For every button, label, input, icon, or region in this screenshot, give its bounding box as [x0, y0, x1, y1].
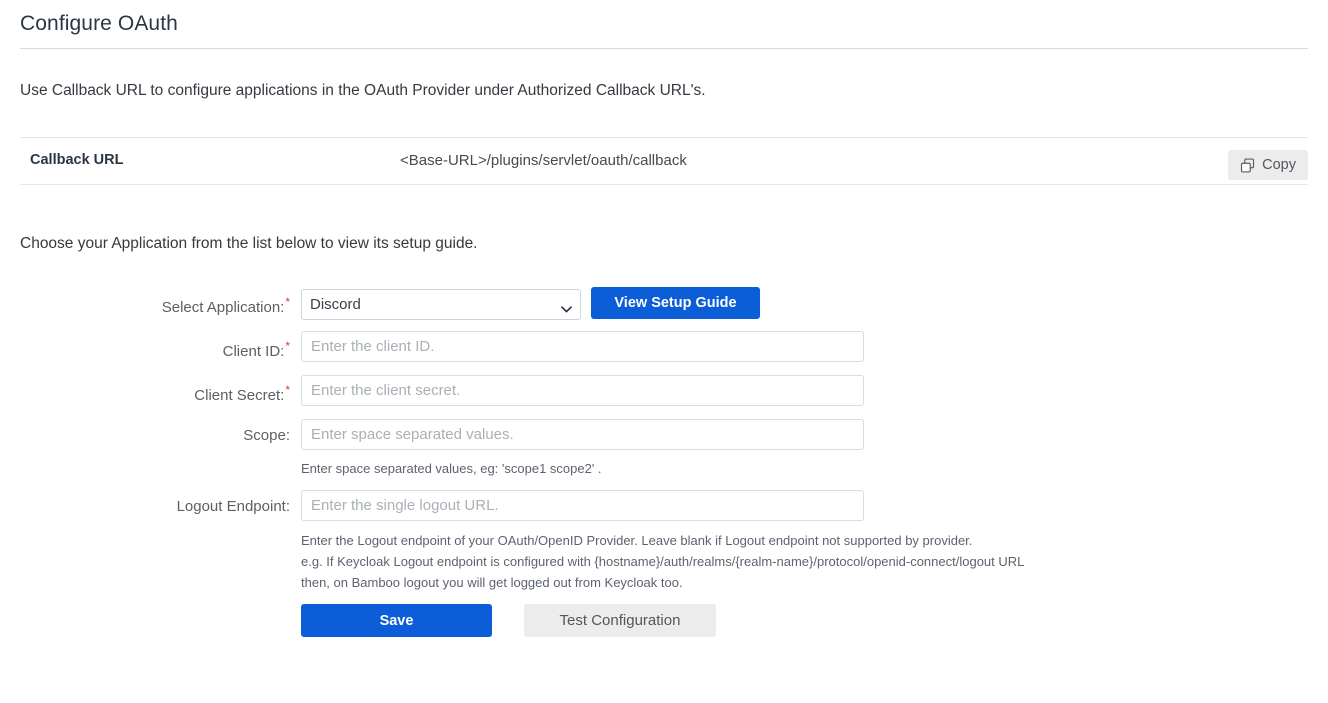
- logout-endpoint-input[interactable]: [301, 490, 864, 521]
- client-secret-label: Client Secret:*: [194, 383, 290, 404]
- copy-icon: [1240, 157, 1255, 173]
- required-asterisk: *: [285, 295, 290, 309]
- callback-url-row: Callback URL <Base-URL>/plugins/servlet/…: [20, 137, 1308, 185]
- client-id-input[interactable]: [301, 331, 864, 362]
- title-divider: [20, 48, 1308, 49]
- scope-label: Scope:: [243, 427, 290, 444]
- page-title: Configure OAuth: [20, 12, 178, 35]
- logout-endpoint-hint-line-1: Enter the Logout endpoint of your OAuth/…: [301, 533, 973, 548]
- logout-endpoint-hint-line-3: then, on Bamboo logout you will get logg…: [301, 575, 683, 590]
- save-button[interactable]: Save: [301, 604, 492, 637]
- callback-url-value: <Base-URL>/plugins/servlet/oauth/callbac…: [400, 152, 687, 169]
- configure-oauth-page: Configure OAuth Use Callback URL to conf…: [0, 0, 1328, 703]
- callback-url-label: Callback URL: [30, 152, 124, 168]
- scope-hint: Enter space separated values, eg: 'scope…: [301, 461, 602, 476]
- logout-endpoint-hint-line-2: e.g. If Keycloak Logout endpoint is conf…: [301, 554, 1025, 569]
- client-secret-input[interactable]: [301, 375, 864, 406]
- required-asterisk: *: [285, 383, 290, 397]
- required-asterisk: *: [285, 339, 290, 353]
- copy-button[interactable]: Copy: [1228, 150, 1308, 180]
- client-id-label: Client ID:*: [222, 339, 290, 360]
- logout-endpoint-label: Logout Endpoint:: [176, 498, 290, 515]
- copy-button-label: Copy: [1262, 157, 1296, 173]
- select-application-dropdown[interactable]: Discord: [301, 289, 581, 320]
- view-setup-guide-button[interactable]: View Setup Guide: [591, 287, 760, 319]
- intro-text: Use Callback URL to configure applicatio…: [20, 82, 706, 99]
- choose-application-text: Choose your Application from the list be…: [20, 235, 478, 252]
- test-configuration-button[interactable]: Test Configuration: [524, 604, 716, 637]
- select-application-label: Select Application:*: [161, 295, 290, 316]
- select-application-wrapper: Discord: [301, 289, 581, 320]
- scope-input[interactable]: [301, 419, 864, 450]
